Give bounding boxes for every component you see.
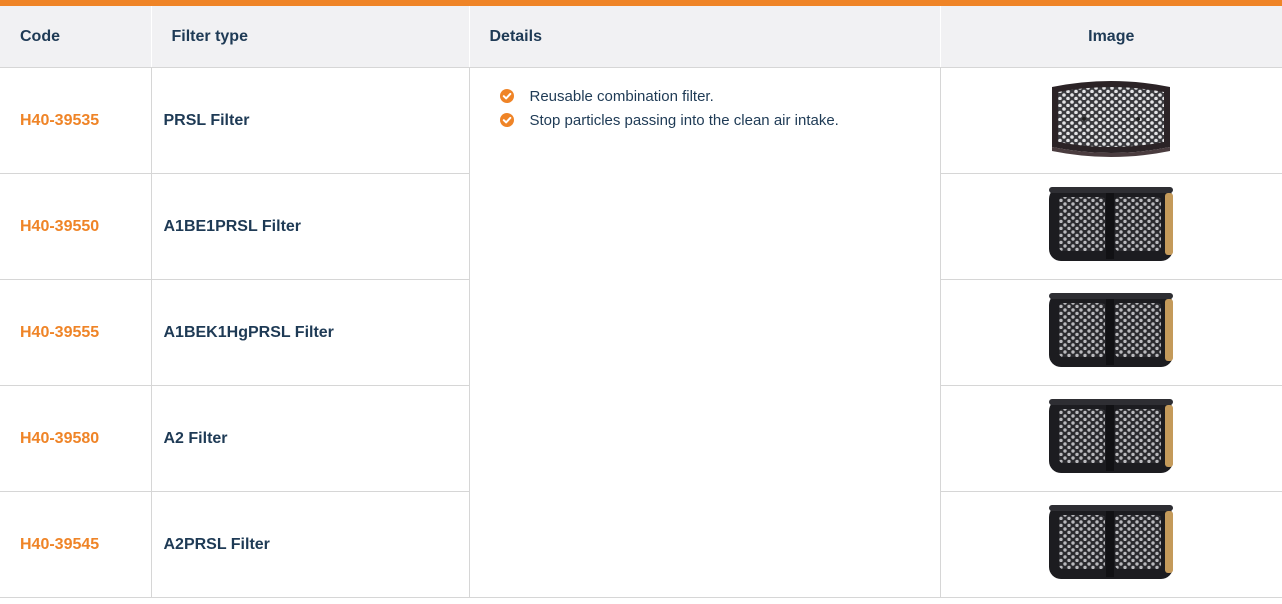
product-code[interactable]: H40-39550 <box>0 173 152 280</box>
detail-text: Stop particles passing into the clean ai… <box>529 111 839 129</box>
filter-type-label: A1BE1PRSL Filter <box>150 173 470 280</box>
twin-combination-filter-image <box>1047 181 1175 272</box>
single-particle-filter-image <box>1046 79 1176 162</box>
product-image-cell <box>939 491 1282 598</box>
column-header-image: Image <box>939 0 1282 68</box>
filter-type-label: A2PRSL Filter <box>150 491 470 598</box>
product-image-cell <box>939 279 1282 386</box>
filter-type-label: A2 Filter <box>150 385 470 492</box>
check-circle-icon <box>499 113 514 127</box>
product-code[interactable]: H40-39555 <box>0 279 152 386</box>
product-code[interactable]: H40-39580 <box>0 385 152 492</box>
product-table-container: Code Filter type Details Image H40-39535… <box>0 0 1282 604</box>
filter-product-table: Code Filter type Details Image H40-39535… <box>0 0 1282 598</box>
detail-item: Reusable combination filter. <box>499 84 940 108</box>
table-header-row: Code Filter type Details Image <box>0 0 1282 68</box>
check-circle-icon <box>499 89 514 103</box>
twin-combination-filter-image <box>1047 499 1175 590</box>
detail-text: Reusable combination filter. <box>529 87 714 105</box>
column-header-details: Details <box>468 0 940 68</box>
product-image-cell <box>939 67 1282 174</box>
product-image-cell <box>939 173 1282 280</box>
table-row: H40-39535 PRSL Filter Reusable combinati… <box>0 67 1282 598</box>
product-code[interactable]: H40-39535 <box>0 67 152 174</box>
column-header-filter-type: Filter type <box>150 0 469 68</box>
details-cell: Reusable combination filter. Stop partic… <box>468 67 941 598</box>
twin-combination-filter-image <box>1047 287 1175 378</box>
filter-type-label: PRSL Filter <box>150 67 470 174</box>
detail-item: Stop particles passing into the clean ai… <box>499 108 940 132</box>
product-image-cell <box>939 385 1282 492</box>
column-header-code: Code <box>0 0 151 68</box>
twin-combination-filter-image <box>1047 393 1175 484</box>
filter-type-label: A1BEK1HgPRSL Filter <box>150 279 470 386</box>
product-code[interactable]: H40-39545 <box>0 491 152 598</box>
